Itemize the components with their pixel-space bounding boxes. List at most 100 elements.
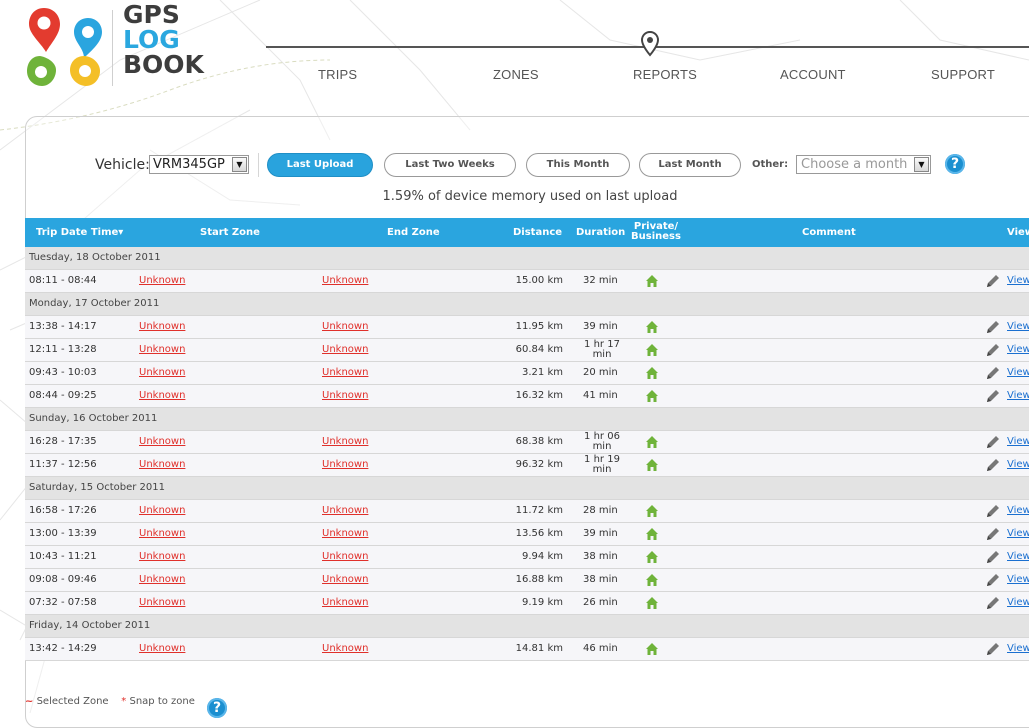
this-month-button[interactable]: This Month [526,153,630,177]
end-zone-link[interactable]: Unknown [322,316,368,338]
house-icon[interactable] [645,458,659,472]
view-link[interactable]: View [1007,454,1029,476]
table-row[interactable]: 12:11 - 13:28 Unknown Unknown 60.84 km 1 hr … [25,339,1029,362]
nav-support[interactable]: SUPPORT [931,67,995,82]
start-zone-link[interactable]: Unknown [139,385,185,407]
start-zone-link[interactable]: Unknown [139,546,185,568]
end-zone-link[interactable]: Unknown [322,500,368,522]
start-zone-link[interactable]: Unknown [139,592,185,614]
house-icon[interactable] [645,274,659,288]
end-zone-link[interactable]: Unknown [322,270,368,292]
table-row[interactable]: 13:42 - 14:29 Unknown Unknown 14.81 km 46 mi… [25,638,1029,661]
start-zone-link[interactable]: Unknown [139,316,185,338]
view-link[interactable]: View [1007,385,1029,407]
nav-account[interactable]: ACCOUNT [780,67,846,82]
pencil-icon[interactable] [985,342,1001,358]
col-start-zone: Start Zone [200,227,260,238]
view-link[interactable]: View [1007,569,1029,591]
end-zone-link[interactable]: Unknown [322,592,368,614]
start-zone-link[interactable]: Unknown [139,569,185,591]
table-row[interactable]: 13:38 - 14:17 Unknown Unknown 11.95 km 39 mi… [25,316,1029,339]
table-row[interactable]: 16:58 - 17:26 Unknown Unknown 11.72 km 28 mi… [25,500,1029,523]
help-icon[interactable]: ? [945,154,965,174]
view-link[interactable]: View [1007,523,1029,545]
table-row[interactable]: 10:43 - 11:21 Unknown Unknown 9.94 km 38 min… [25,546,1029,569]
house-icon[interactable] [645,527,659,541]
start-zone-link[interactable]: Unknown [139,270,185,292]
logo-wordmark[interactable]: GPS LOG BOOK [123,2,204,77]
house-icon[interactable] [645,504,659,518]
view-link[interactable]: View [1007,546,1029,568]
table-row[interactable]: 11:37 - 12:56 Unknown Unknown 96.32 km 1 hr … [25,454,1029,477]
table-row[interactable]: 08:44 - 09:25 Unknown Unknown 16.32 km 41 mi… [25,385,1029,408]
table-row[interactable]: 09:43 - 10:03 Unknown Unknown 3.21 km 20 min… [25,362,1029,385]
house-icon[interactable] [645,320,659,334]
month-select[interactable]: Choose a month ▼ [796,155,931,174]
house-icon[interactable] [645,343,659,357]
table-row[interactable]: 09:08 - 09:46 Unknown Unknown 16.88 km 38 mi… [25,569,1029,592]
view-link[interactable]: View [1007,339,1029,361]
col-duration: Duration [576,227,626,238]
nav-trips[interactable]: TRIPS [318,67,357,82]
pencil-icon[interactable] [985,434,1001,450]
nav-reports[interactable]: REPORTS [633,67,697,82]
table-row[interactable]: 13:00 - 13:39 Unknown Unknown 13.56 km 39 mi… [25,523,1029,546]
start-zone-link[interactable]: Unknown [139,500,185,522]
start-zone-link[interactable]: Unknown [139,362,185,384]
last-upload-button[interactable]: Last Upload [267,153,373,177]
view-link[interactable]: View [1007,270,1029,292]
pencil-icon[interactable] [985,595,1001,611]
col-trip-date-time[interactable]: Trip Date Time▾ [36,218,123,247]
vehicle-select[interactable]: VRM345GP ▼ [149,155,249,174]
end-zone-link[interactable]: Unknown [322,454,368,476]
house-icon[interactable] [645,550,659,564]
pencil-icon[interactable] [985,457,1001,473]
last-two-weeks-button[interactable]: Last Two Weeks [384,153,516,177]
start-zone-link[interactable]: Unknown [139,523,185,545]
house-icon[interactable] [645,573,659,587]
end-zone-link[interactable]: Unknown [322,569,368,591]
view-link[interactable]: View [1007,500,1029,522]
end-zone-link[interactable]: Unknown [322,431,368,453]
view-link[interactable]: View [1007,362,1029,384]
pencil-icon[interactable] [985,572,1001,588]
end-zone-link[interactable]: Unknown [322,638,368,660]
trip-distance: 60.84 km [515,344,563,355]
pencil-icon[interactable] [985,365,1001,381]
house-icon[interactable] [645,366,659,380]
view-link[interactable]: View [1007,431,1029,453]
house-icon[interactable] [645,596,659,610]
chevron-down-icon[interactable]: ▼ [914,157,929,172]
table-row[interactable]: 07:32 - 07:58 Unknown Unknown 9.19 km 26 min… [25,592,1029,615]
chevron-down-icon[interactable]: ▼ [232,157,247,172]
view-link[interactable]: View [1007,638,1029,660]
house-icon[interactable] [645,389,659,403]
logo-icon[interactable] [26,6,108,88]
end-zone-link[interactable]: Unknown [322,339,368,361]
pencil-icon[interactable] [985,526,1001,542]
end-zone-link[interactable]: Unknown [322,385,368,407]
table-row[interactable]: 16:28 - 17:35 Unknown Unknown 68.38 km 1 hr … [25,431,1029,454]
trip-time: 09:08 - 09:46 [29,574,97,585]
last-month-button[interactable]: Last Month [639,153,741,177]
house-icon[interactable] [645,435,659,449]
end-zone-link[interactable]: Unknown [322,362,368,384]
pencil-icon[interactable] [985,319,1001,335]
nav-zones[interactable]: ZONES [493,67,539,82]
table-row[interactable]: 08:11 - 08:44 Unknown Unknown 15.00 km 32 mi… [25,270,1029,293]
pencil-icon[interactable] [985,503,1001,519]
start-zone-link[interactable]: Unknown [139,339,185,361]
start-zone-link[interactable]: Unknown [139,431,185,453]
house-icon[interactable] [645,642,659,656]
end-zone-link[interactable]: Unknown [322,546,368,568]
view-link[interactable]: View [1007,592,1029,614]
pencil-icon[interactable] [985,549,1001,565]
start-zone-link[interactable]: Unknown [139,638,185,660]
pencil-icon[interactable] [985,388,1001,404]
start-zone-link[interactable]: Unknown [139,454,185,476]
view-link[interactable]: View [1007,316,1029,338]
pencil-icon[interactable] [985,273,1001,289]
end-zone-link[interactable]: Unknown [322,523,368,545]
help-icon[interactable]: ? [207,698,227,718]
pencil-icon[interactable] [985,641,1001,657]
